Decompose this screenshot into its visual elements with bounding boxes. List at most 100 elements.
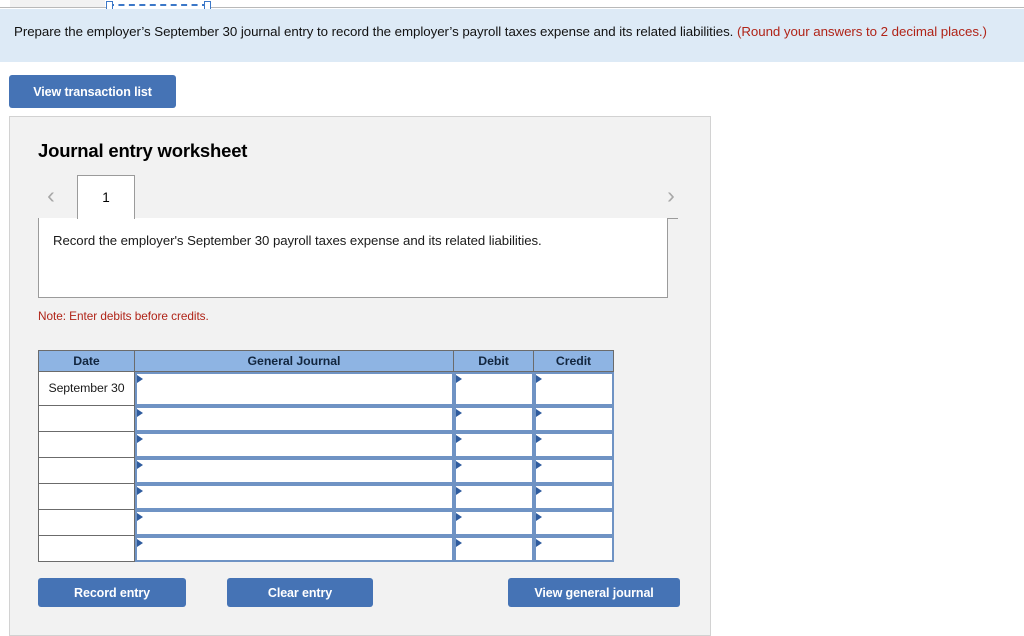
- table-row: [38, 483, 614, 510]
- cell-credit-3[interactable]: [533, 431, 614, 458]
- cell-debit-2[interactable]: [453, 405, 534, 432]
- credit-input-2[interactable]: [533, 405, 614, 432]
- dropdown-caret-icon: [535, 434, 542, 443]
- instruction-main-text: Prepare the employer’s September 30 jour…: [14, 24, 737, 39]
- cell-date-5: [38, 483, 135, 510]
- cell-credit-7[interactable]: [533, 535, 614, 562]
- debit-input-7[interactable]: [453, 535, 534, 562]
- dropdown-caret-icon: [535, 486, 542, 495]
- instruction-text: Prepare the employer’s September 30 jour…: [14, 22, 1010, 41]
- dropdown-caret-icon: [535, 512, 542, 521]
- dropdown-caret-icon: [455, 375, 462, 383]
- credit-input-4[interactable]: [533, 457, 614, 484]
- dropdown-caret-icon: [137, 375, 143, 383]
- column-header-date: Date: [38, 350, 135, 372]
- dropdown-caret-icon: [535, 408, 542, 417]
- journal-entry-table: Date General Journal Debit Credit Septem…: [38, 350, 614, 562]
- dropdown-caret-icon: [535, 375, 542, 383]
- dropdown-caret-icon: [455, 538, 462, 547]
- top-rule-left: [0, 7, 108, 8]
- account-select-5[interactable]: [135, 483, 454, 510]
- cell-date-2: [38, 405, 135, 432]
- cell-credit-5[interactable]: [533, 483, 614, 510]
- dropdown-caret-icon: [137, 512, 143, 521]
- table-row: [38, 509, 614, 536]
- clear-entry-button[interactable]: Clear entry: [227, 578, 373, 607]
- cell-credit-1[interactable]: [533, 372, 614, 406]
- debit-input-5[interactable]: [453, 483, 534, 510]
- dropdown-caret-icon: [137, 460, 143, 469]
- cell-general-journal-3[interactable]: [135, 431, 454, 458]
- debit-input-4[interactable]: [453, 457, 534, 484]
- rounding-note: (Round your answers to 2 decimal places.…: [736, 24, 987, 39]
- credit-input-6[interactable]: [533, 509, 614, 536]
- cell-debit-5[interactable]: [453, 483, 534, 510]
- table-row: [38, 405, 614, 432]
- journal-entry-worksheet-panel: Journal entry worksheet ‹ 1 › Record the…: [9, 116, 711, 636]
- dropdown-caret-icon: [455, 460, 462, 469]
- cell-general-journal-2[interactable]: [135, 405, 454, 432]
- worksheet-title: Journal entry worksheet: [38, 140, 248, 161]
- instruction-banner: Prepare the employer’s September 30 jour…: [0, 9, 1024, 62]
- cell-date-1: September 30: [38, 371, 135, 406]
- cell-general-journal-6[interactable]: [135, 509, 454, 536]
- top-selection-artifact: [0, 0, 1024, 10]
- dropdown-caret-icon: [535, 460, 542, 469]
- table-row: September 30: [38, 371, 614, 406]
- cell-credit-6[interactable]: [533, 509, 614, 536]
- dropdown-caret-icon: [455, 408, 462, 417]
- credit-input-5[interactable]: [533, 483, 614, 510]
- credit-input-3[interactable]: [533, 431, 614, 458]
- table-row: [38, 431, 614, 458]
- account-select-4[interactable]: [135, 457, 454, 484]
- dropdown-caret-icon: [455, 434, 462, 443]
- cell-general-journal-1[interactable]: [135, 372, 454, 406]
- column-header-debit: Debit: [453, 350, 534, 372]
- dropdown-caret-icon: [535, 538, 542, 547]
- table-header-row: Date General Journal Debit Credit: [38, 350, 614, 372]
- dropdown-caret-icon: [137, 486, 143, 495]
- debit-input-1[interactable]: [453, 372, 534, 406]
- account-select-7[interactable]: [135, 535, 454, 562]
- account-select-2[interactable]: [135, 405, 454, 432]
- account-select-6[interactable]: [135, 509, 454, 536]
- column-header-general-journal: General Journal: [134, 350, 454, 372]
- dropdown-caret-icon: [137, 538, 143, 547]
- dropdown-caret-icon: [137, 408, 143, 417]
- cell-credit-2[interactable]: [533, 405, 614, 432]
- debits-before-credits-note: Note: Enter debits before credits.: [38, 309, 209, 323]
- cell-debit-4[interactable]: [453, 457, 534, 484]
- column-header-credit: Credit: [533, 350, 614, 372]
- cell-debit-3[interactable]: [453, 431, 534, 458]
- cell-general-journal-5[interactable]: [135, 483, 454, 510]
- debit-input-2[interactable]: [453, 405, 534, 432]
- dropdown-caret-icon: [137, 434, 143, 443]
- worksheet-tab-strip: ‹ 1 ›: [10, 174, 712, 224]
- top-rule-right: [208, 7, 1024, 8]
- tab-entry-1[interactable]: 1: [77, 175, 135, 219]
- cell-general-journal-7[interactable]: [135, 535, 454, 562]
- debit-input-3[interactable]: [453, 431, 534, 458]
- chevron-right-icon[interactable]: ›: [658, 180, 684, 210]
- cell-general-journal-4[interactable]: [135, 457, 454, 484]
- cell-credit-4[interactable]: [533, 457, 614, 484]
- credit-input-7[interactable]: [533, 535, 614, 562]
- account-select-3[interactable]: [135, 431, 454, 458]
- cell-debit-6[interactable]: [453, 509, 534, 536]
- table-row: [38, 457, 614, 484]
- record-entry-button[interactable]: Record entry: [38, 578, 186, 607]
- cell-date-7: [38, 535, 135, 562]
- cell-date-3: [38, 431, 135, 458]
- entry-description-text: Record the employer's September 30 payro…: [53, 233, 542, 248]
- credit-input-1[interactable]: [533, 372, 614, 406]
- cell-debit-1[interactable]: [453, 372, 534, 406]
- cell-date-6: [38, 509, 135, 536]
- chevron-left-icon[interactable]: ‹: [38, 180, 64, 210]
- view-general-journal-button[interactable]: View general journal: [508, 578, 680, 607]
- entry-description-box: Record the employer's September 30 payro…: [38, 218, 668, 298]
- debit-input-6[interactable]: [453, 509, 534, 536]
- cell-debit-7[interactable]: [453, 535, 534, 562]
- account-select-1[interactable]: [135, 372, 454, 406]
- table-row: [38, 535, 614, 562]
- view-transaction-list-button[interactable]: View transaction list: [9, 75, 176, 108]
